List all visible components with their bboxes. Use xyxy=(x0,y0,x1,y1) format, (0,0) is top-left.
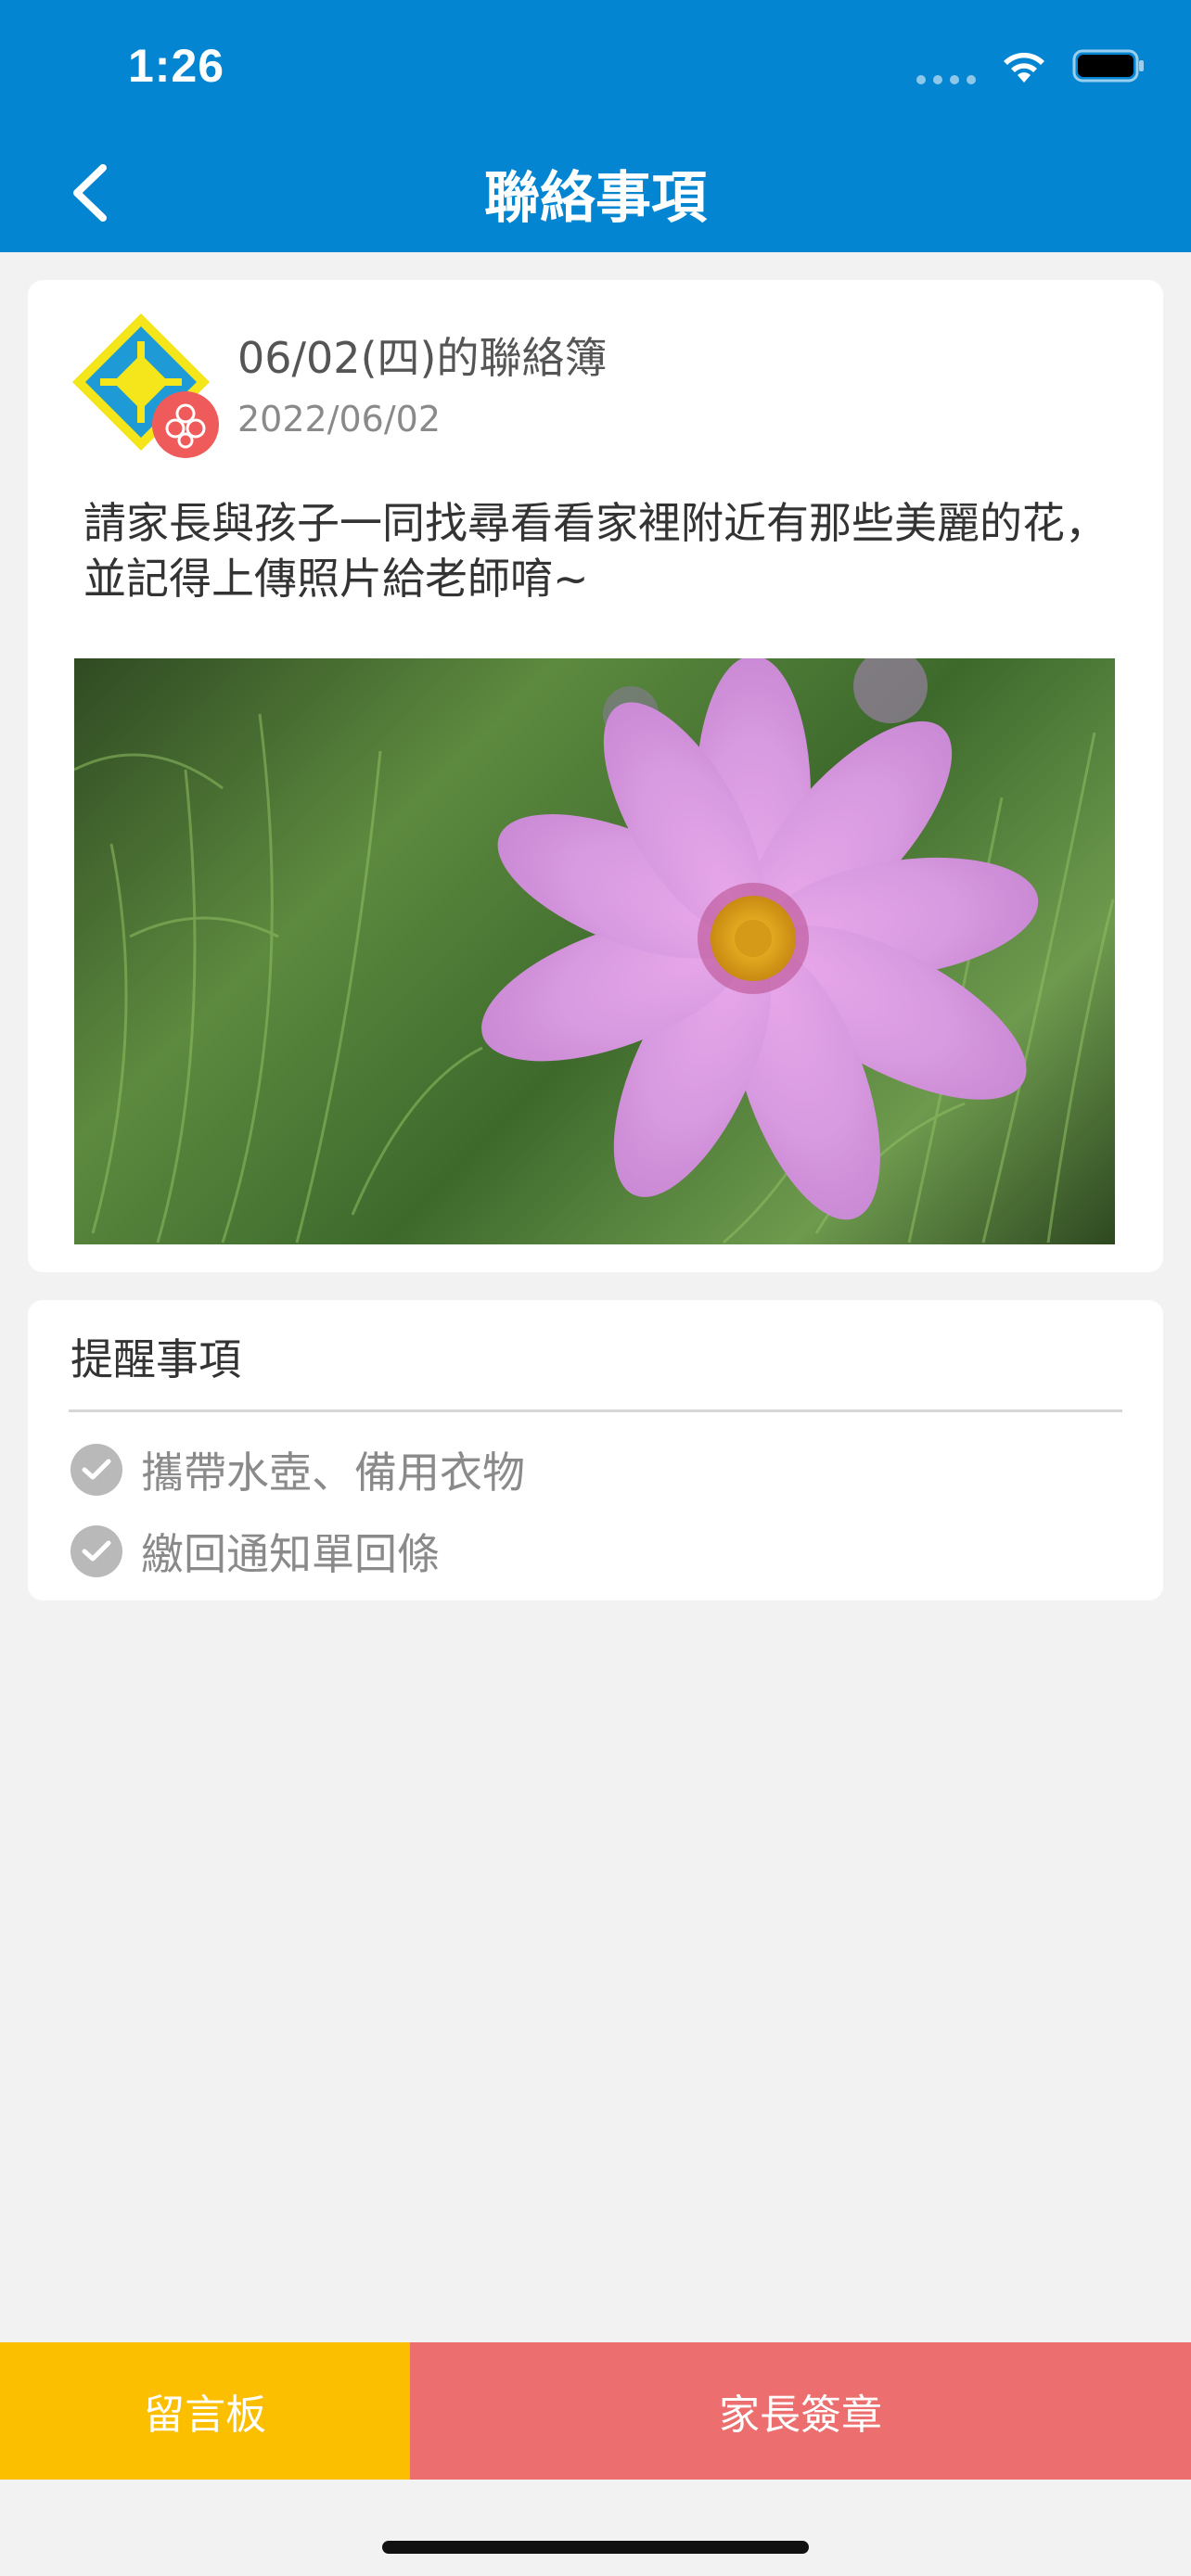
list-item: 攜帶水壺、備用衣物 xyxy=(70,1439,525,1500)
status-time: 1:26 xyxy=(128,40,225,92)
reminders-heading: 提醒事項 xyxy=(70,1334,241,1384)
reminder-label: 繳回通知單回條 xyxy=(141,1529,440,1579)
entry-photo[interactable] xyxy=(74,658,1115,1244)
entry-body: 請家長與孩子一同找尋看看家裡附近有那些美麗的花，並記得上傳照片給老師唷~ xyxy=(83,498,1108,604)
divider xyxy=(69,1409,1122,1412)
entry-card: 06/02(四)的聯絡簿 2022/06/02 請家長與孩子一同找尋看看家裡附近… xyxy=(28,280,1163,1272)
page-title: 聯絡事項 xyxy=(484,166,707,231)
battery-icon xyxy=(1072,47,1146,84)
parent-signature-button[interactable]: 家長簽章 xyxy=(410,2342,1191,2480)
wifi-icon xyxy=(1000,47,1048,84)
page: 1:26 聯絡事項 06/02(四)的聯絡簿 2022/06/02 請家長與孩子… xyxy=(0,0,1191,2576)
list-item: 繳回通知單回條 xyxy=(70,1521,440,1582)
entry-date: 2022/06/02 xyxy=(237,399,442,440)
home-indicator[interactable] xyxy=(382,2541,809,2554)
message-board-button[interactable]: 留言板 xyxy=(0,2342,410,2480)
check-circle-icon xyxy=(70,1444,122,1496)
reminders-card: 提醒事項 攜帶水壺、備用衣物 繳回通知單回條 xyxy=(28,1300,1163,1600)
entry-title: 06/02(四)的聯絡簿 xyxy=(237,333,608,383)
school-logo xyxy=(67,308,252,493)
cellular-signal-icon xyxy=(916,47,976,84)
reminder-label: 攜帶水壺、備用衣物 xyxy=(141,1447,525,1498)
check-circle-icon xyxy=(70,1525,122,1577)
top-bar: 1:26 聯絡事項 xyxy=(0,0,1191,252)
status-icons xyxy=(916,43,1146,89)
